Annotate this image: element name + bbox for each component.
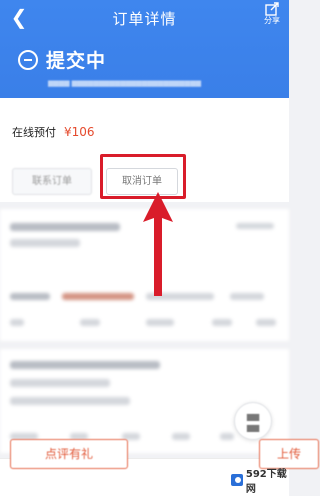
payment-amount: ¥106	[64, 125, 95, 139]
floating-help-button[interactable]: ▆▆ ▆▆	[234, 402, 272, 440]
blurred-line	[220, 433, 234, 440]
blurred-line	[10, 361, 160, 369]
blurred-line	[62, 293, 134, 300]
blurred-line	[236, 223, 274, 229]
contact-order-button[interactable]: 联系订单	[12, 168, 92, 195]
page-title: 订单详情	[112, 10, 177, 28]
payment-row: 在线预付 ¥106	[12, 124, 95, 140]
blurred-line	[10, 293, 50, 300]
blurred-line	[80, 319, 100, 326]
review-gift-button[interactable]: 点评有礼	[10, 439, 128, 469]
blurred-line	[10, 379, 110, 387]
share-button[interactable]: 分享	[259, 1, 285, 35]
status-subtext-blurred: ▆▆▆▆ ▆▆▆▆▆▆▆▆▆▆▆▆▆▆▆▆▆▆▆▆▆▆▆▆	[48, 79, 201, 87]
top-bar: ❮ 订单详情 分享	[0, 0, 289, 36]
blurred-line	[10, 319, 24, 326]
up-arrow-annotation	[143, 192, 173, 296]
share-label: 分享	[264, 16, 280, 25]
watermark-logo-icon	[231, 474, 243, 486]
blurred-line	[146, 319, 174, 326]
blurred-line	[212, 319, 232, 326]
blurred-line	[230, 293, 264, 300]
site-watermark: 592下载网	[228, 469, 289, 495]
order-status: 提交中	[18, 46, 106, 73]
blurred-line	[10, 239, 80, 247]
watermark-text: 592下载网	[245, 469, 287, 495]
minus-circle-icon	[18, 49, 38, 70]
payment-label: 在线预付	[12, 126, 56, 139]
header: ❮ 订单详情 分享 提交中 ▆▆▆▆ ▆▆▆▆▆▆▆▆▆▆▆▆▆▆▆▆▆▆▆▆▆…	[0, 0, 289, 98]
blurred-line	[10, 223, 120, 231]
blurred-line	[256, 319, 276, 326]
share-icon	[265, 2, 279, 16]
status-text: 提交中	[46, 50, 107, 72]
blurred-line	[172, 433, 190, 440]
blurred-line	[10, 397, 130, 405]
